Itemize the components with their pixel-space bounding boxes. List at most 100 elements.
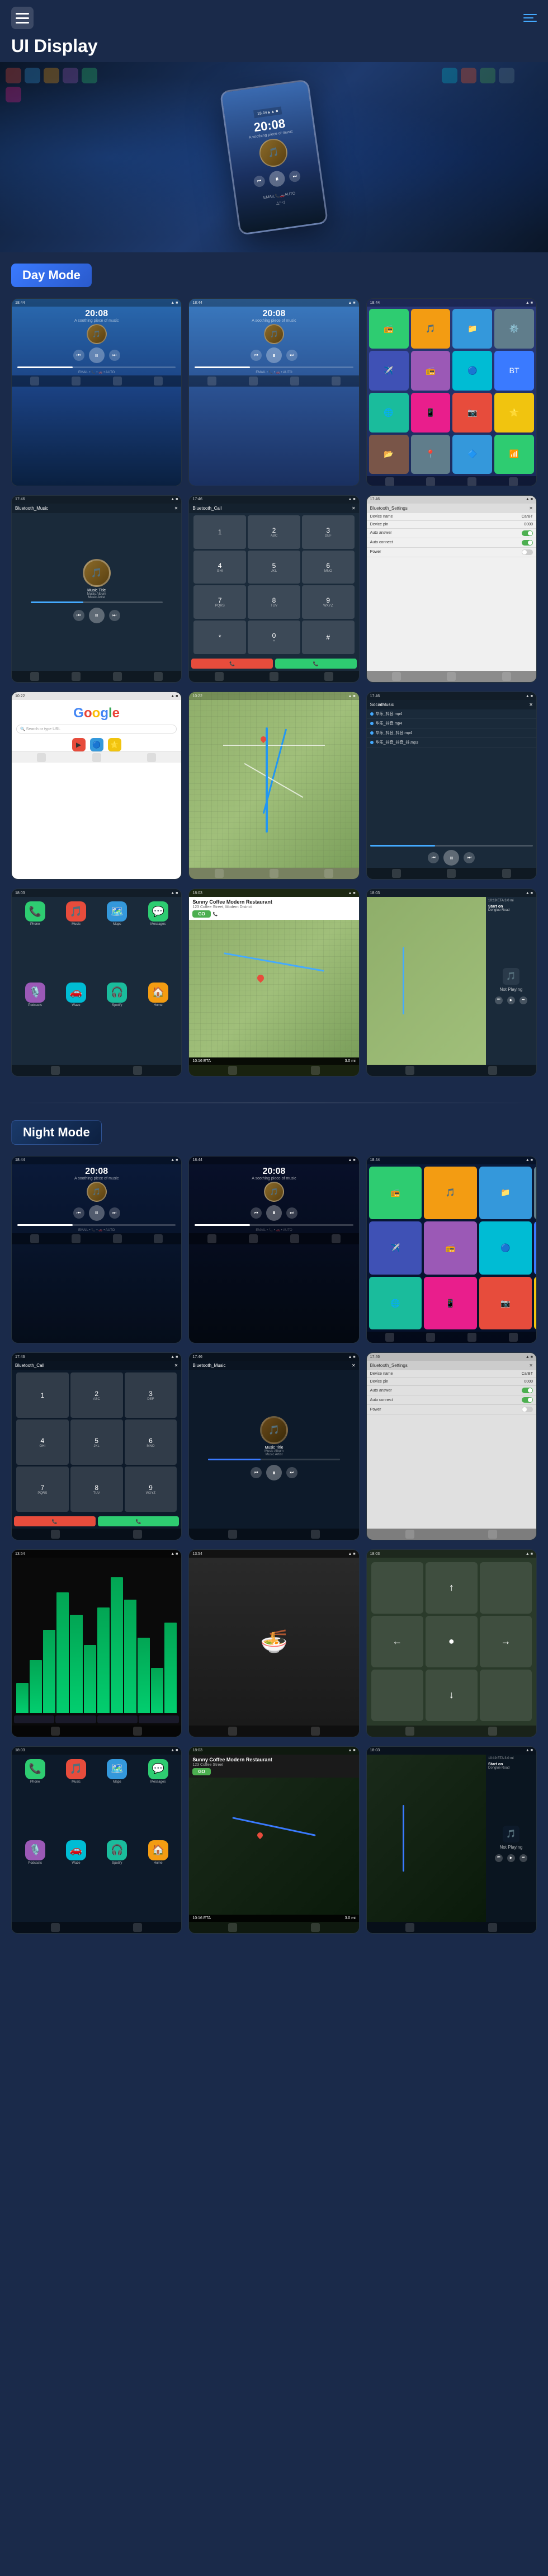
night-bt-music-art: 🎵 [260, 1416, 288, 1444]
night-restaurant-name: Sunny Coffee Modern Restaurant [192, 1757, 355, 1762]
day-google-search[interactable]: 🔍 Search or type URL [16, 725, 177, 734]
day-music-1-time: 20:08 [12, 309, 181, 319]
day-restaurant-panel: Sunny Coffee Modern Restaurant 123 Coffe… [189, 897, 358, 920]
auto-connect-toggle[interactable] [522, 540, 533, 546]
day-music-1-bottom: EMAIL • 📞 • 🚗 • AUTO [12, 369, 181, 375]
night-num-1: 1 [16, 1372, 69, 1418]
night-carplay-msg-icon: 💬 [148, 1759, 168, 1779]
auto-answer-toggle[interactable] [522, 530, 533, 536]
day-row-3: 10:22▲ ■ Google 🔍 Search or type URL ▶ 🔵… [11, 692, 537, 880]
night-bt-call-actions: 📞 📞 [12, 1514, 181, 1529]
day-eta-time: 10:16 ETA [192, 1059, 211, 1063]
night-notplaying-bottombar [367, 1922, 536, 1933]
day-eta-bar: 10:16 ETA 3.0 mi [189, 1057, 358, 1065]
day-music-1-controls: ⏮ ⏸ ⏭ [12, 347, 181, 363]
night-carplay-music-icon: 🎵 [66, 1759, 86, 1779]
night-bt-music-progress-bar [208, 1459, 340, 1460]
day-notplaying-bar-1 [405, 1066, 414, 1075]
night-carplay-bottombar [12, 1922, 181, 1933]
num-5: 5JKL [248, 551, 300, 584]
night-bt-settings-statusbar: 17:46▲ ■ [367, 1353, 536, 1361]
night-row-2: 17:46▲ ■ Bluetooth_Call✕ 1 2ABC 3DEF 4GH… [11, 1352, 537, 1540]
local-dot-4 [370, 741, 374, 744]
night-num-3: 3DEF [125, 1372, 177, 1418]
power-toggle[interactable] [522, 549, 533, 555]
night-food-image: 🍜 [189, 1558, 358, 1726]
day-music-1-progress [17, 366, 176, 368]
day-local-music-progress [370, 845, 533, 847]
menu-icon[interactable] [11, 7, 34, 29]
night-notplaying-map [367, 1755, 486, 1922]
night-waves-screen: 13:54▲ ■ [11, 1549, 182, 1737]
night-notplaying-sim: 18:03▲ ■ 10:19 ETA 3.0 mi Start on Dongl… [367, 1747, 536, 1934]
night-music-1-subtitle: A soothing piece of music [12, 1177, 181, 1181]
day-google-shortcuts: ▶ 🔵 ⭐ [12, 738, 181, 751]
day-maps-bar-2 [311, 1066, 320, 1075]
night-auto-connect-toggle[interactable] [522, 1397, 533, 1403]
day-notplaying-prev: ⏮ [495, 996, 503, 1004]
day-maps-pin [256, 974, 265, 983]
night-bt-music-artist: Music Artist [266, 1453, 283, 1456]
day-bt-music-play: ⏸ [89, 608, 105, 623]
app-icon-12: ⭐ [494, 393, 534, 433]
night-notplaying-controls: ⏮ ▶ ⏭ [495, 1854, 527, 1862]
night-carplay-waze: 🚗 Waze [57, 1840, 95, 1918]
day-bt-music-bar-2 [72, 672, 81, 681]
day-bt-call-hangup: 📞 [191, 659, 273, 669]
local-music-item-2: 华乐_抖音.mp4 [367, 719, 536, 728]
night-bt-settings-bar-1 [405, 1530, 414, 1539]
day-maps-nav-screen: 18:03▲ ■ Sunny Coffee Modern Restaurant … [188, 889, 359, 1077]
day-music-2-art: 🎵 [264, 324, 284, 344]
night-eta-bar: 10:16 ETA 3.0 mi [189, 1915, 358, 1922]
app-icon-6: 📻 [411, 351, 451, 391]
day-music-2-fill [195, 366, 250, 368]
day-app-grid: 📻 🎵 📁 ⚙️ ✈️ 📻 🔵 BT 🌐 📱 📷 ⭐ 📂 📍 🔷 📶 [367, 307, 536, 476]
wave-bar-4 [56, 1592, 69, 1713]
night-go-button[interactable]: GO [192, 1768, 210, 1775]
carplay-app-waze: 🚗 Waze [57, 983, 95, 1060]
app-icon-4: ⚙️ [494, 309, 534, 349]
header [0, 0, 548, 36]
night-app-7: 🔵 [479, 1221, 532, 1275]
day-bt-settings-bottombar [367, 671, 536, 682]
night-music-1-statusbar: 18:44▲ ■ [12, 1157, 181, 1164]
night-notplaying-eta: 10:19 ETA 3.0 mi [488, 1757, 534, 1760]
day-music-1-prev: ⏮ [73, 350, 84, 361]
day-music-2-bottombar [189, 375, 358, 387]
night-restaurant-panel: Sunny Coffee Modern Restaurant 123 Coffe… [189, 1755, 358, 1778]
night-nav-statusbar: 18:03▲ ■ [367, 1550, 536, 1558]
night-nav-arrows-sim: 18:03▲ ■ ↑ ← ● → ↓ [367, 1550, 536, 1737]
night-bt-music-controls: ⏮ ⏸ ⏭ [251, 1465, 297, 1480]
night-notplaying-content: 10:19 ETA 3.0 mi Start on Donglue Road 🎵… [367, 1755, 536, 1922]
night-app-11: 📷 [479, 1277, 532, 1330]
carplay-app-msg: 💬 Messages [139, 901, 177, 979]
day-bt-settings-bar-3 [502, 672, 511, 681]
day-go-button[interactable]: GO [192, 910, 210, 918]
night-music-2-bar-2 [249, 1234, 258, 1243]
day-music-1-bar-2 [72, 377, 81, 386]
night-nav-arrows-grid: ↑ ← ● → ↓ [367, 1558, 536, 1726]
carplay-home-label: Home [154, 1004, 163, 1007]
setting-power: Power [367, 548, 536, 557]
night-num-5: 5JKL [70, 1419, 123, 1465]
night-maps-bottombar [189, 1922, 358, 1933]
night-carplay-podcast-label: Podcasts [28, 1862, 42, 1865]
night-power-toggle[interactable] [522, 1407, 533, 1412]
night-maps-bar-2 [311, 1923, 320, 1932]
bg-icons-right [442, 68, 542, 83]
day-restaurant-address: 123 Coffee Street, Modern District [192, 905, 355, 909]
day-row-1: 18:44▲ ■ 20:08 A soothing piece of music… [11, 298, 537, 486]
day-map-bg [189, 692, 358, 868]
day-carplay-grid: 📞 Phone 🎵 Music 🗺️ Maps 💬 Messages [12, 897, 181, 1065]
night-app-6: 📻 [424, 1221, 477, 1275]
night-notplaying-route [403, 1805, 404, 1872]
nav-lines-icon[interactable] [523, 14, 537, 22]
day-notplaying-bar-2 [488, 1066, 497, 1075]
night-app-9: 🌐 [369, 1277, 422, 1330]
night-auto-answer-toggle[interactable] [522, 1388, 533, 1393]
day-bt-settings-content: Device name CarBT Device pin 0000 Auto a… [367, 513, 536, 671]
day-local-music-controls: ⏮ ⏸ ⏭ [367, 850, 536, 866]
day-not-playing-screen: 18:03▲ ■ 10:19 ETA 3.0 mi Start on Dongl… [366, 889, 537, 1077]
night-nav-arrow-down: ↓ [426, 1670, 478, 1721]
night-notplaying-next: ⏭ [519, 1854, 527, 1862]
